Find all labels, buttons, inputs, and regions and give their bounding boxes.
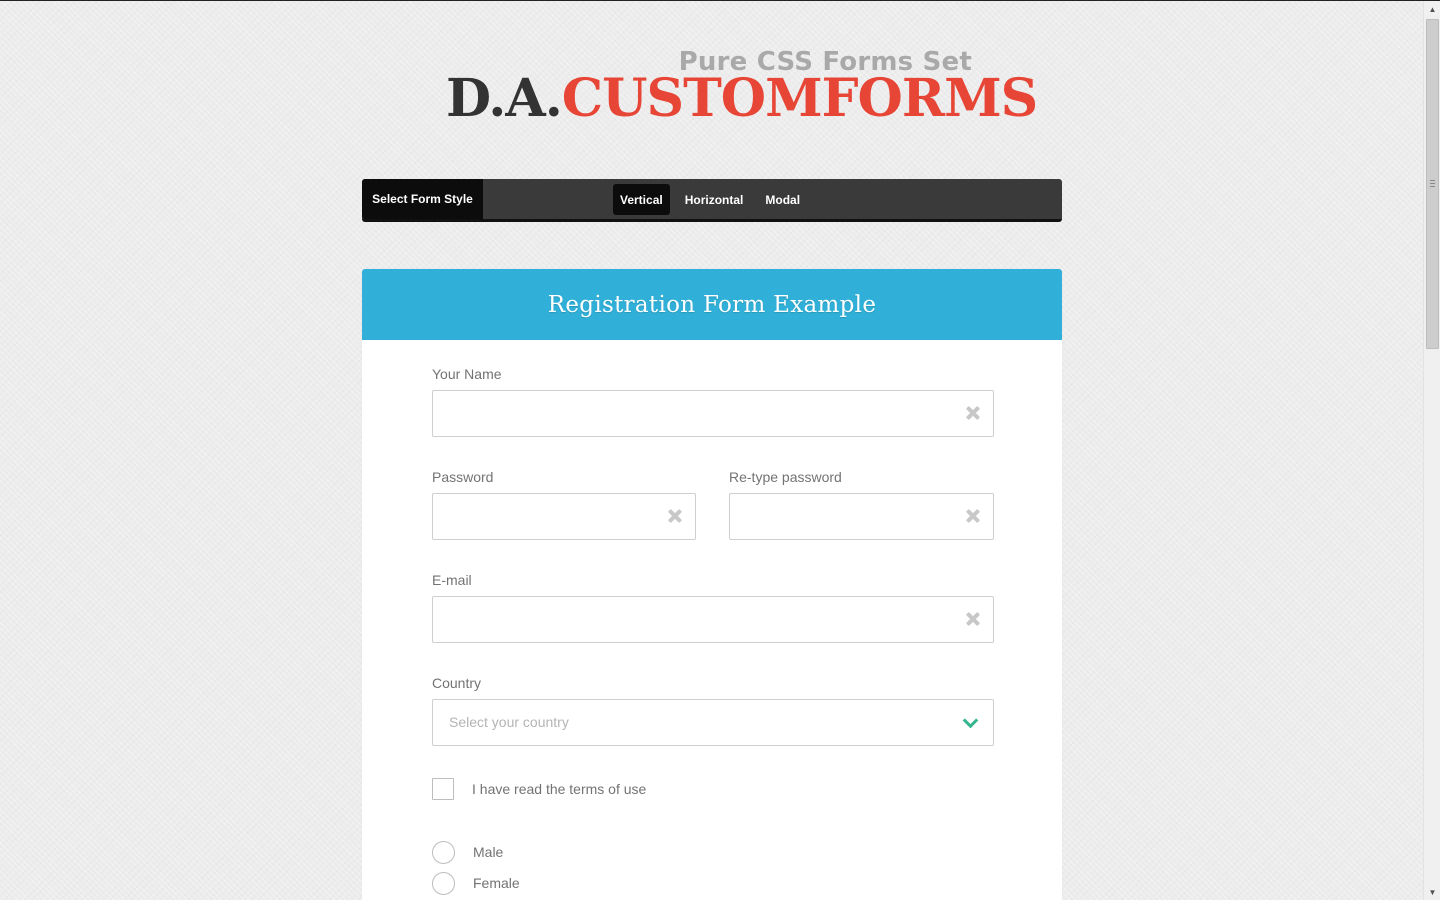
logo-wordmark: D.A.CUSTOMFORMS <box>446 68 1038 129</box>
close-icon[interactable] <box>667 508 683 524</box>
form-style-tabs: Vertical Horizontal Modal <box>613 184 807 215</box>
gender-label-male[interactable]: Male <box>473 844 503 860</box>
close-icon[interactable] <box>965 611 981 627</box>
terms-label[interactable]: I have read the terms of use <box>472 781 646 797</box>
close-icon[interactable] <box>965 405 981 421</box>
tab-vertical[interactable]: Vertical <box>613 184 670 215</box>
scrollbar-thumb[interactable] <box>1426 19 1439 349</box>
password-input[interactable] <box>432 493 696 540</box>
country-placeholder: Select your country <box>449 714 569 730</box>
logo-name: CUSTOMFORMS <box>561 68 1038 129</box>
registration-form-card: Registration Form Example Your Name Pass… <box>362 269 1062 900</box>
page-scrollbar[interactable]: ▲ ▼ <box>1423 1 1440 900</box>
country-select[interactable]: Select your country <box>432 699 994 746</box>
site-logo: Pure CSS Forms Set D.A.CUSTOMFORMS <box>446 45 1038 135</box>
logo-prefix: D.A. <box>446 68 563 129</box>
scroll-down-arrow-icon[interactable]: ▼ <box>1424 884 1440 900</box>
tab-horizontal[interactable]: Horizontal <box>678 184 751 215</box>
name-input[interactable] <box>432 390 994 437</box>
terms-checkbox[interactable] <box>432 778 454 800</box>
chevron-down-icon <box>963 715 977 729</box>
retype-password-label: Re-type password <box>729 469 842 485</box>
form-style-bar: Select Form Style Vertical Horizontal Mo… <box>362 179 1062 222</box>
form-style-label: Select Form Style <box>362 179 483 219</box>
email-label: E-mail <box>432 572 472 588</box>
country-label: Country <box>432 675 482 691</box>
scrollbar-grip-icon <box>1430 180 1435 187</box>
retype-password-input[interactable] <box>729 493 994 540</box>
gender-radio-female[interactable] <box>432 872 455 895</box>
password-label: Password <box>432 469 494 485</box>
form-header: Registration Form Example <box>362 269 1062 340</box>
email-input[interactable] <box>432 596 994 643</box>
gender-radio-male[interactable] <box>432 841 455 864</box>
name-label: Your Name <box>432 366 502 382</box>
tab-modal[interactable]: Modal <box>758 184 807 215</box>
gender-label-female[interactable]: Female <box>473 875 520 891</box>
scroll-up-arrow-icon[interactable]: ▲ <box>1424 1 1440 18</box>
close-icon[interactable] <box>965 508 981 524</box>
form-title: Registration Form Example <box>547 291 877 318</box>
